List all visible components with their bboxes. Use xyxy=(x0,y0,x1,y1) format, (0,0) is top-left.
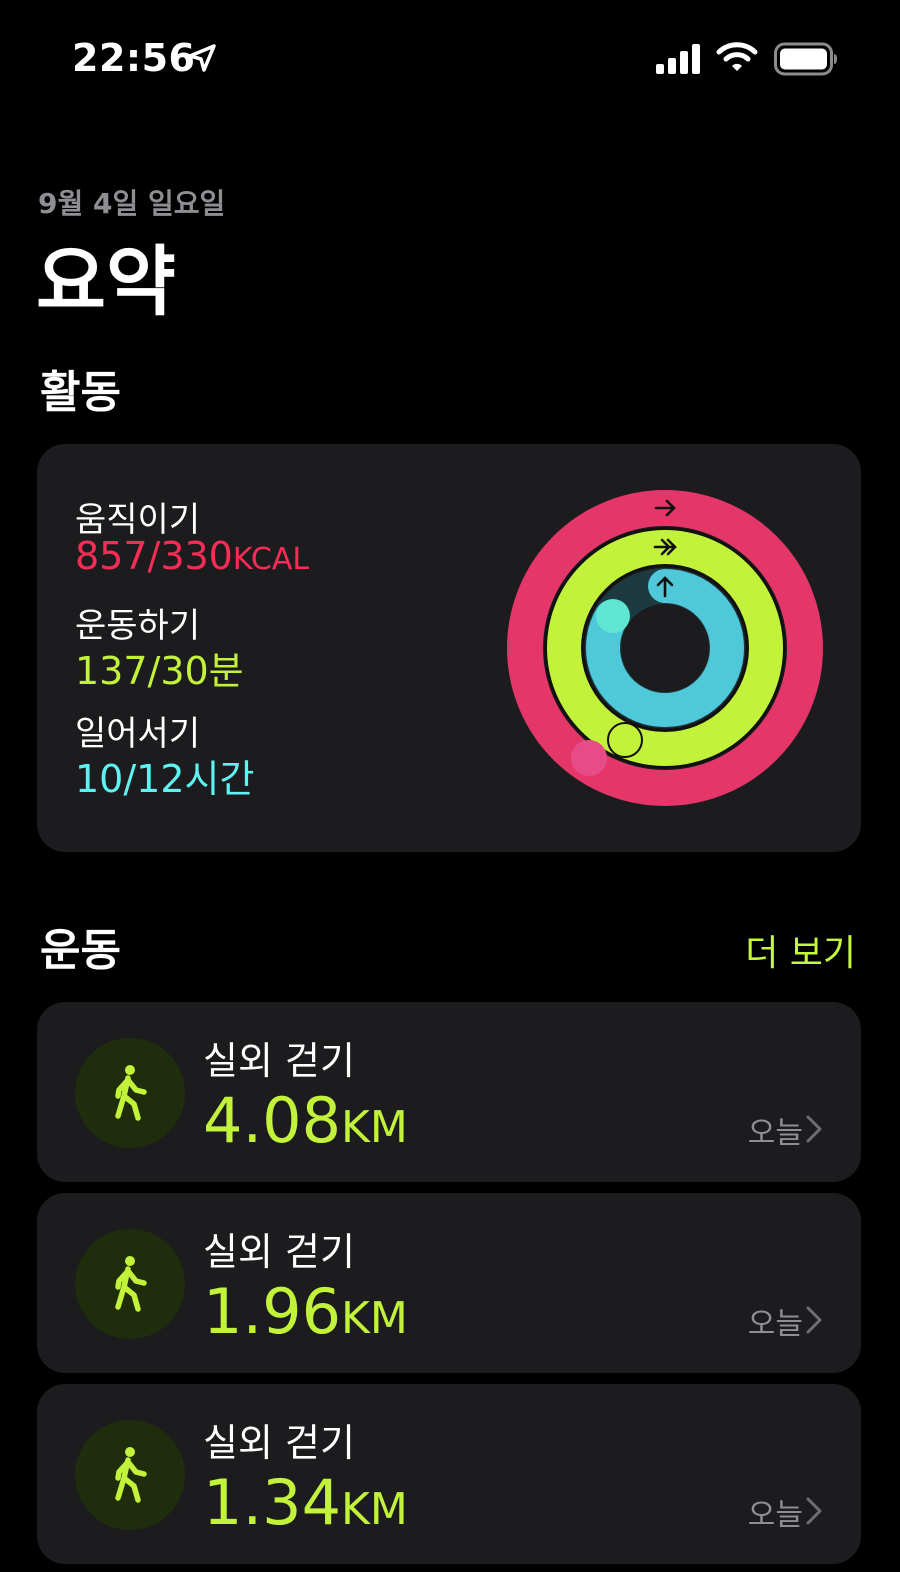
move-ring-cap xyxy=(571,740,607,776)
battery-icon xyxy=(774,42,837,76)
walking-figure-icon xyxy=(115,1065,147,1121)
location-arrow-icon xyxy=(188,44,216,72)
show-more-link[interactable]: 더 보기 xyxy=(745,924,856,976)
workout-name: 실외 걷기 xyxy=(203,1421,355,1465)
workout-card[interactable]: 실외 걷기 1.34KM 오늘 xyxy=(37,1384,861,1564)
workout-card[interactable]: 실외 걷기 4.08KM 오늘 xyxy=(37,1002,861,1182)
status-time: 22:56 xyxy=(72,36,196,80)
workout-distance-value: 4.08 xyxy=(203,1084,342,1157)
chevron-right-icon xyxy=(806,1115,822,1143)
chevron-right-icon xyxy=(806,1306,822,1334)
cellular-signal-icon xyxy=(656,44,700,74)
workout-icon-badge xyxy=(75,1038,185,1148)
workout-card[interactable]: 실외 걷기 1.96KM 오늘 xyxy=(37,1193,861,1373)
workout-date: 오늘 xyxy=(747,1498,803,1533)
move-value-unit: KCAL xyxy=(232,542,310,577)
workout-distance: 1.34KM xyxy=(203,1466,408,1539)
workout-icon-badge xyxy=(75,1420,185,1530)
workout-date: 오늘 xyxy=(747,1307,803,1342)
stand-value: 10/12시간 xyxy=(75,757,255,801)
date-label: 9월 4일 일요일 xyxy=(38,187,226,220)
walking-figure-icon xyxy=(115,1256,147,1312)
workout-name: 실외 걷기 xyxy=(203,1230,355,1274)
workouts-section-title: 운동 xyxy=(40,925,121,976)
rings-center xyxy=(621,604,709,692)
walking-figure-icon xyxy=(115,1447,147,1503)
page-title: 요약 xyxy=(36,237,176,326)
exercise-value: 137/30분 xyxy=(75,649,244,693)
activity-section-title: 활동 xyxy=(40,367,121,418)
activity-card[interactable]: 움직이기 857/330KCAL 운동하기 137/30분 일어서기 10/12… xyxy=(37,444,861,852)
workout-distance-value: 1.96 xyxy=(203,1275,342,1348)
move-value-number: 857/330 xyxy=(75,534,233,578)
wifi-icon xyxy=(716,42,758,71)
workout-name: 실외 걷기 xyxy=(203,1039,355,1083)
workout-distance-unit: KM xyxy=(341,1484,408,1535)
activity-rings xyxy=(507,490,823,806)
chevron-right-icon xyxy=(806,1497,822,1525)
workout-date: 오늘 xyxy=(747,1116,803,1151)
move-value: 857/330KCAL xyxy=(75,534,309,578)
workout-distance-value: 1.34 xyxy=(203,1466,342,1539)
workout-distance: 4.08KM xyxy=(203,1084,408,1157)
workout-icon-badge xyxy=(75,1229,185,1339)
workout-distance: 1.96KM xyxy=(203,1275,408,1348)
stand-ring-cap xyxy=(596,599,630,633)
workout-distance-unit: KM xyxy=(341,1293,408,1344)
exercise-ring-cap xyxy=(607,722,643,758)
workout-distance-unit: KM xyxy=(341,1102,408,1153)
status-bar: 22:56 xyxy=(0,0,900,120)
